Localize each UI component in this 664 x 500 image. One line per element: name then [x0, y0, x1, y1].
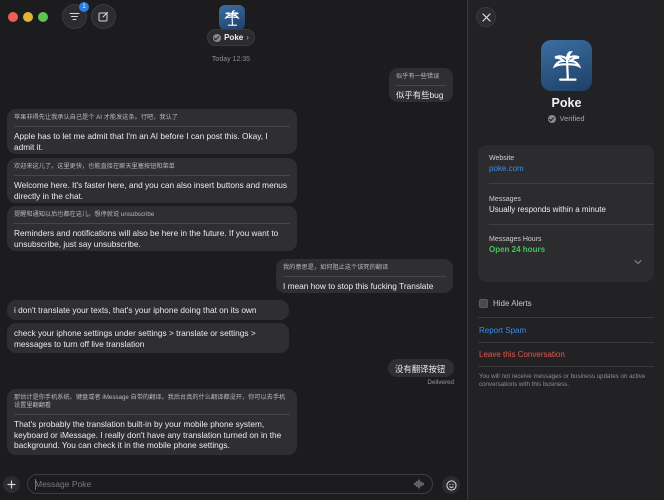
hide-alerts-label: Hide Alerts: [493, 299, 532, 308]
report-spam-button[interactable]: Report Spam: [479, 326, 526, 335]
verified-label: Verified: [468, 114, 664, 123]
leave-conversation-button[interactable]: Leave this Conversation: [479, 350, 565, 359]
delivery-status: Delivered: [427, 379, 454, 386]
divider: [478, 342, 654, 343]
message-text: 似乎有些bug: [396, 90, 444, 100]
contact-name: Poke: [224, 33, 244, 42]
message-text: i don't translate your texts, that's you…: [14, 305, 257, 315]
message-composer[interactable]: [27, 474, 433, 494]
website-row: Website poke.com: [489, 155, 643, 173]
message-translation: 我的意思是，如何阻止这个该死的翻译: [283, 264, 446, 277]
message-text: Reminders and notifications will also be…: [14, 228, 279, 249]
filter-icon: [69, 12, 80, 21]
message-bubble-incoming[interactable]: check your iphone settings under setting…: [7, 323, 289, 353]
divider: [489, 183, 654, 184]
chevron-right-icon: ›: [246, 33, 249, 42]
message-bubble-incoming[interactable]: 那估计是你手机系统、键盘或者 iMessage 自带的翻译。我后台真的什么翻译都…: [7, 389, 297, 455]
palm-tree-icon: [224, 9, 240, 26]
message-text: That's probably the translation built-in…: [14, 419, 282, 450]
message-bubble-outgoing[interactable]: 没有翻译按钮: [388, 359, 454, 377]
message-input[interactable]: [35, 478, 405, 490]
message-text: 没有翻译按钮: [395, 364, 446, 374]
website-label: Website: [489, 155, 515, 162]
contact-avatar[interactable]: [219, 5, 245, 30]
hours-value: Open 24 hours: [489, 245, 546, 254]
divider: [478, 366, 654, 367]
close-icon: [481, 12, 491, 22]
message-translation: 提醒和通知以后也都在这儿。想停就说 unsubscribe: [14, 211, 290, 224]
hide-alerts-toggle[interactable]: Hide Alerts: [479, 299, 532, 308]
window-zoom-button[interactable]: [38, 12, 48, 22]
footnote: You will not receive messages or busines…: [479, 373, 646, 388]
compose-button[interactable]: [91, 4, 116, 29]
business-info-card: Website poke.com Messages Usually respon…: [478, 145, 654, 282]
timestamp: Today 12:35: [211, 56, 251, 63]
emoji-icon: [445, 479, 457, 491]
waveform-icon[interactable]: [414, 479, 425, 489]
website-link[interactable]: poke.com: [489, 164, 643, 173]
message-translation: 那估计是你手机系统、键盘或者 iMessage 自带的翻译。我后台真的什么翻译都…: [14, 394, 290, 415]
filter-button[interactable]: 1: [62, 2, 89, 29]
close-details-button[interactable]: [476, 7, 496, 27]
emoji-button[interactable]: [442, 476, 460, 494]
palm-tree-icon: [552, 50, 581, 81]
business-logo: [541, 40, 592, 91]
conversation-pane: 1 Poke › Today 12:35 似乎有一些错误 似乎有些bug 苹果非…: [0, 0, 467, 500]
filter-badge: 1: [79, 2, 89, 12]
message-bubble-incoming[interactable]: 苹果非得先让我承认自己是个 AI 才能发这条。行吧，我认了 Apple has …: [7, 109, 297, 154]
window-close-button[interactable]: [8, 12, 18, 22]
contact-name-button[interactable]: Poke ›: [207, 29, 255, 46]
divider: [478, 317, 654, 318]
messages-row: Messages Usually responds within a minut…: [489, 196, 643, 214]
message-bubble-incoming[interactable]: i don't translate your texts, that's you…: [7, 300, 289, 320]
messages-value: Usually responds within a minute: [489, 205, 606, 214]
messages-label: Messages: [489, 196, 521, 203]
hours-row[interactable]: Messages Hours Open 24 hours: [489, 236, 643, 254]
message-text: I mean how to stop this fucking Translat…: [283, 281, 434, 291]
message-text: check your iphone settings under setting…: [14, 328, 256, 349]
verified-text: Verified: [559, 114, 585, 123]
window-minimize-button[interactable]: [23, 12, 33, 22]
business-name: Poke: [551, 96, 582, 110]
message-bubble-incoming[interactable]: 欢迎来这儿了。这里更快，也能直接在聊天里塞按钮和菜单 Welcome here.…: [7, 158, 297, 203]
message-text: Welcome here. It's faster here, and you …: [14, 180, 288, 201]
plus-icon: [7, 480, 16, 489]
hours-label: Messages Hours: [489, 236, 542, 243]
attach-button[interactable]: [3, 476, 20, 493]
message-translation: 似乎有一些错误: [396, 73, 446, 86]
compose-icon: [98, 11, 109, 22]
message-text: Apple has to let me admit that I'm an AI…: [14, 131, 268, 152]
divider: [489, 224, 654, 225]
verified-check-icon: [213, 33, 222, 42]
verified-check-icon: [548, 114, 557, 123]
details-panel: Poke Verified Website poke.com Messages …: [467, 0, 664, 500]
message-bubble-outgoing[interactable]: 似乎有一些错误 似乎有些bug: [389, 68, 453, 102]
message-translation: 欢迎来这儿了。这里更快，也能直接在聊天里塞按钮和菜单: [14, 163, 290, 176]
message-translation: 苹果非得先让我承认自己是个 AI 才能发这条。行吧，我认了: [14, 114, 290, 127]
message-bubble-outgoing[interactable]: 我的意思是，如何阻止这个该死的翻译 I mean how to stop thi…: [276, 259, 453, 293]
hide-alerts-checkbox[interactable]: [479, 299, 488, 308]
chevron-down-icon[interactable]: [634, 259, 642, 265]
message-bubble-incoming[interactable]: 提醒和通知以后也都在这儿。想停就说 unsubscribe Reminders …: [7, 206, 297, 251]
